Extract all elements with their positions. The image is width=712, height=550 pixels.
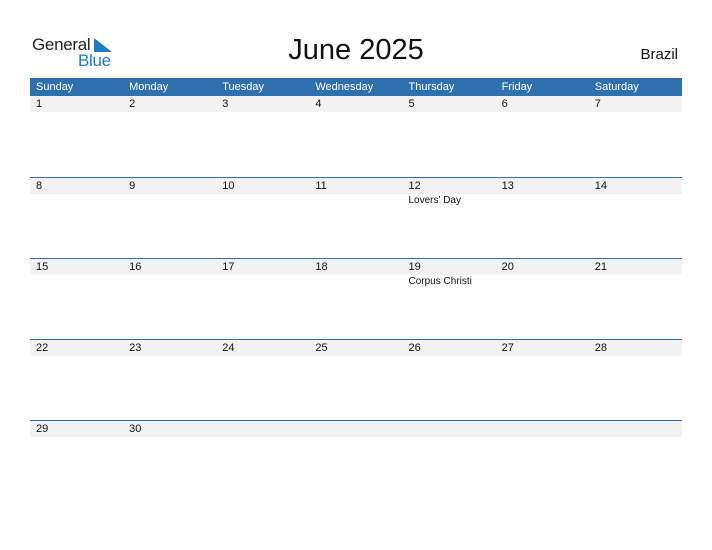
holiday-label: Lovers' Day bbox=[408, 195, 462, 206]
weekday-wednesday: Wednesday bbox=[315, 81, 374, 93]
weekday-thursday: Thursday bbox=[408, 81, 455, 93]
holiday-label: Corpus Christi bbox=[408, 276, 472, 287]
holiday-label bbox=[309, 275, 402, 289]
week-row: 8 9 10 11 12 13 14 Lovers' Day bbox=[30, 177, 682, 259]
day-number bbox=[403, 421, 496, 437]
day-number: 15 bbox=[36, 261, 49, 273]
day-number: 14 bbox=[594, 180, 607, 192]
day-number bbox=[216, 421, 309, 437]
week-row: 1 2 3 4 5 6 7 bbox=[30, 96, 682, 177]
day-number: 8 bbox=[36, 180, 43, 192]
day-number bbox=[496, 421, 589, 437]
calendar-grid: Sunday Monday Tuesday Wednesday Thursday… bbox=[30, 78, 682, 437]
day-number: 17 bbox=[222, 261, 235, 273]
day-number: 30 bbox=[129, 423, 142, 435]
day-number: 24 bbox=[222, 342, 235, 354]
day-number: 6 bbox=[501, 98, 508, 110]
day-number: 11 bbox=[315, 180, 327, 192]
holiday-label bbox=[123, 275, 216, 289]
weekday-monday: Monday bbox=[129, 81, 169, 93]
week-row: 15 16 17 18 19 20 21 Corpus Christi bbox=[30, 258, 682, 340]
date-row: 22 23 24 25 26 27 28 bbox=[30, 340, 682, 356]
day-number: 9 bbox=[129, 180, 136, 192]
holiday-label bbox=[216, 275, 309, 289]
weekday-friday: Friday bbox=[501, 81, 533, 93]
day-number bbox=[309, 421, 402, 437]
day-number: 29 bbox=[36, 423, 49, 435]
day-number: 13 bbox=[501, 180, 514, 192]
week-row: 22 23 24 25 26 27 28 bbox=[30, 339, 682, 421]
date-row: 8 9 10 11 12 13 14 bbox=[30, 178, 682, 194]
holiday-label bbox=[496, 275, 589, 289]
day-number: 12 bbox=[408, 180, 421, 192]
day-number: 22 bbox=[36, 342, 49, 354]
calendar-title: June 2025 bbox=[288, 34, 424, 66]
weekday-sunday: Sunday bbox=[36, 81, 74, 93]
week-row: 29 30 bbox=[30, 420, 682, 502]
holiday-label bbox=[216, 194, 309, 208]
day-number: 26 bbox=[408, 342, 421, 354]
day-number: 25 bbox=[315, 342, 328, 354]
holiday-label bbox=[30, 194, 123, 208]
holiday-label bbox=[309, 194, 402, 208]
weekday-saturday: Saturday bbox=[594, 81, 639, 93]
day-number: 3 bbox=[222, 98, 229, 110]
weekday-header: Sunday Monday Tuesday Wednesday Thursday… bbox=[30, 78, 682, 96]
date-row: 15 16 17 18 19 20 21 bbox=[30, 259, 682, 275]
day-number: 7 bbox=[594, 98, 601, 110]
holiday-label bbox=[123, 194, 216, 208]
country-label: Brazil bbox=[640, 46, 678, 63]
holiday-label bbox=[589, 194, 682, 208]
day-number: 1 bbox=[36, 98, 43, 110]
day-number: 10 bbox=[222, 180, 235, 192]
holiday-label bbox=[30, 275, 123, 289]
day-number: 5 bbox=[408, 98, 415, 110]
day-number: 16 bbox=[129, 261, 142, 273]
day-number: 20 bbox=[501, 261, 514, 273]
date-row: 1 2 3 4 5 6 7 bbox=[30, 96, 682, 112]
day-number: 27 bbox=[501, 342, 514, 354]
day-number: 23 bbox=[129, 342, 142, 354]
date-row: 29 30 bbox=[30, 421, 682, 437]
weekday-tuesday: Tuesday bbox=[222, 81, 265, 93]
day-number: 21 bbox=[594, 261, 607, 273]
day-number: 4 bbox=[315, 98, 322, 110]
day-number: 2 bbox=[129, 98, 136, 110]
day-number: 18 bbox=[315, 261, 328, 273]
event-row: Corpus Christi bbox=[30, 275, 682, 289]
day-number: 28 bbox=[594, 342, 607, 354]
holiday-label bbox=[589, 275, 682, 289]
day-number bbox=[589, 421, 682, 437]
day-number: 19 bbox=[408, 261, 421, 273]
event-row: Lovers' Day bbox=[30, 194, 682, 208]
holiday-label bbox=[496, 194, 589, 208]
